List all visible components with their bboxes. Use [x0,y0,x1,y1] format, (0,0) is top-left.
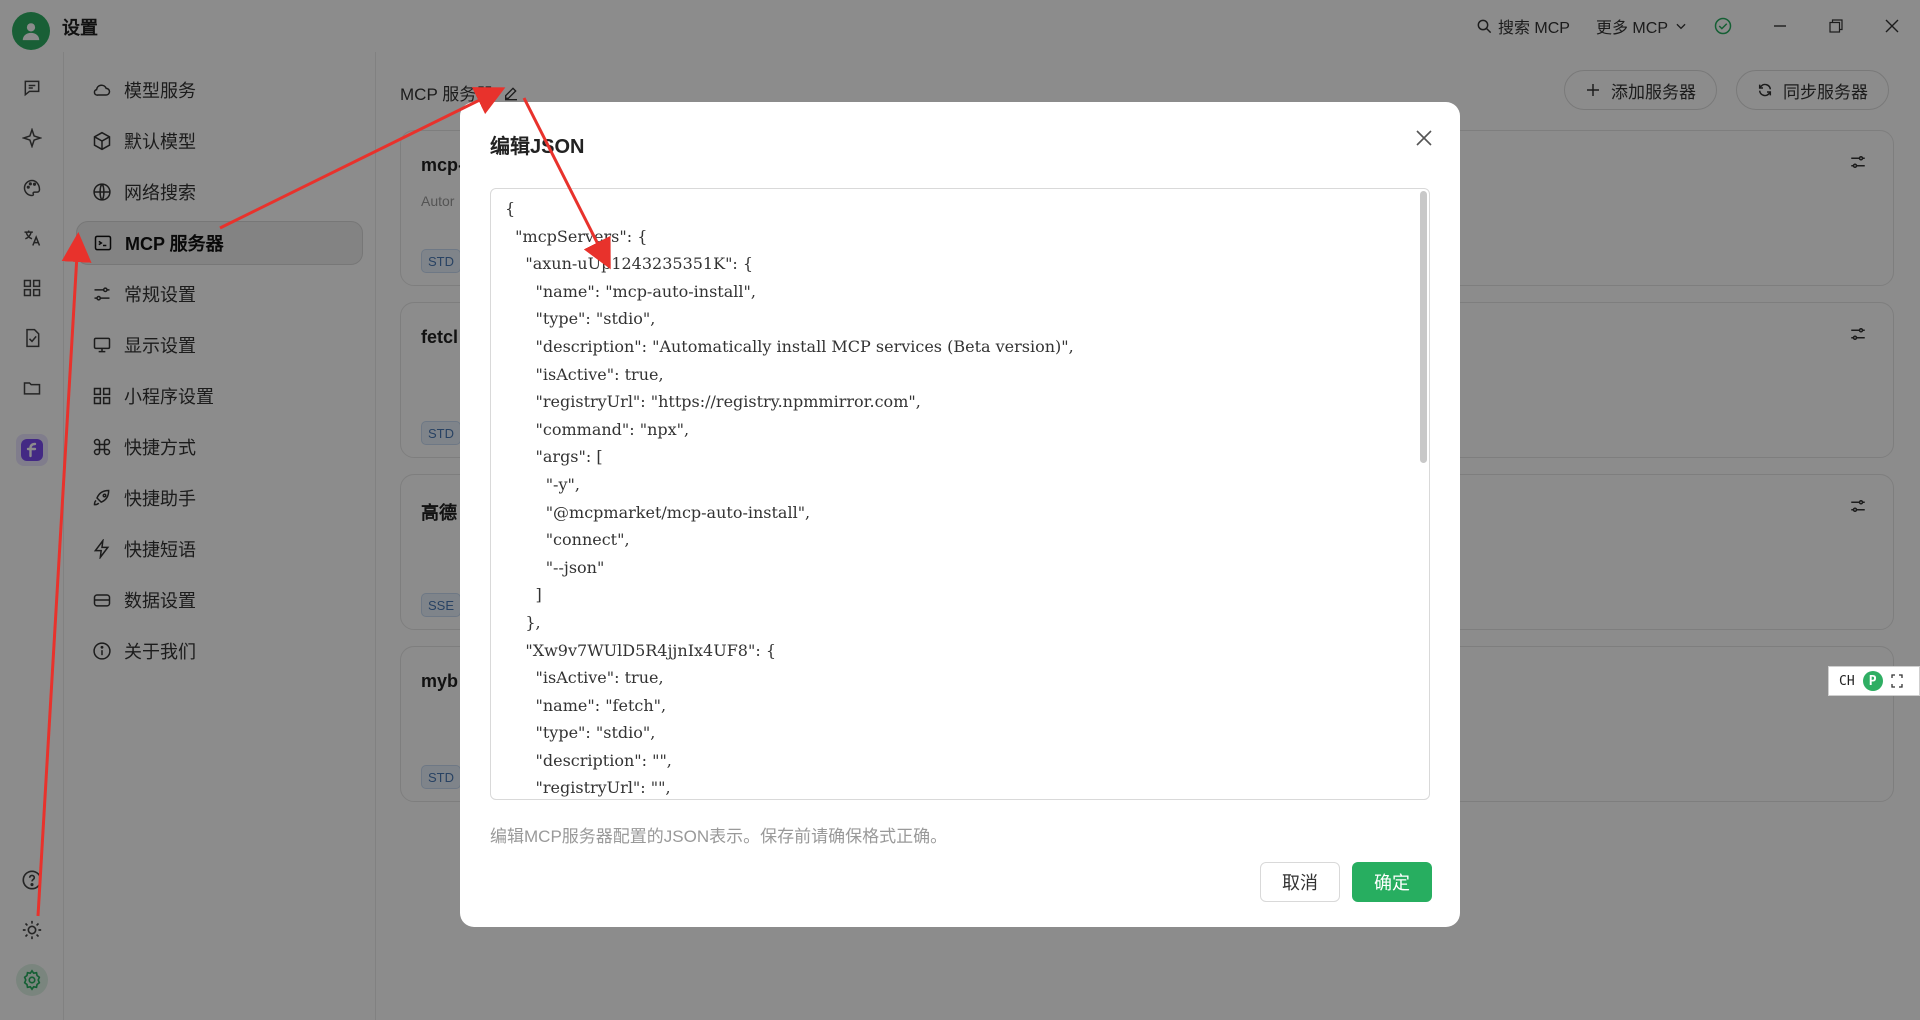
dialog-hint: 编辑MCP服务器配置的JSON表示。保存前请确保格式正确。 [490,827,948,846]
json-editor-text[interactable]: { "mcpServers": { "axun-uUp1243235351K":… [491,189,1429,799]
ime-indicator[interactable]: CH P [1828,666,1920,696]
confirm-button[interactable]: 确定 [1352,862,1432,902]
dialog-title: 编辑JSON [490,136,585,158]
dialog-close-button[interactable] [1410,124,1438,152]
expand-icon [1891,674,1903,688]
ime-language: CH [1839,673,1855,689]
cancel-button[interactable]: 取消 [1260,862,1340,902]
close-icon [1416,130,1432,146]
json-editor[interactable]: { "mcpServers": { "axun-uUp1243235351K":… [490,188,1430,800]
edit-json-dialog: 编辑JSON { "mcpServers": { "axun-uUp124323… [460,102,1460,927]
editor-scrollbar[interactable] [1420,191,1427,463]
ime-logo-icon: P [1862,671,1883,691]
